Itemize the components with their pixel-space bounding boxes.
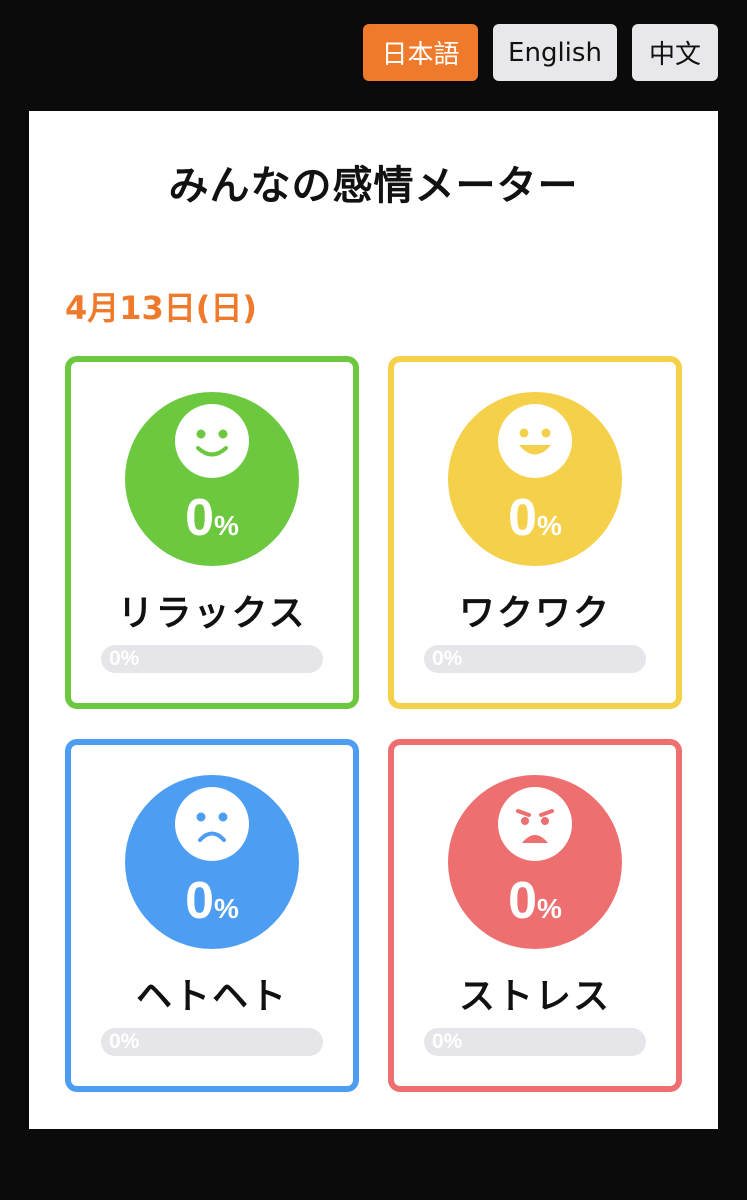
emotion-progress-text: 0% [432,647,463,670]
stressed-face-icon [498,787,572,861]
emotion-circle: 0% [448,392,622,566]
date-label: 4月13日(日) [65,289,258,327]
page-title: みんなの感情メーター [168,163,579,209]
grin-face-icon [498,404,572,478]
emotion-progress-bar: 0% [424,1028,646,1056]
emotion-card-stress[interactable]: 0% ストレス 0% [388,739,682,1092]
emotion-percent-unit: % [214,893,239,924]
emotion-percent: 0% [448,488,622,548]
language-button-japanese[interactable]: 日本語 [363,24,478,81]
language-button-english[interactable]: English [493,24,617,81]
sad-face-icon [175,787,249,861]
smile-face-icon [175,404,249,478]
emotion-card-tired[interactable]: 0% ヘトヘト 0% [65,739,359,1092]
emotion-label: リラックス [117,593,307,634]
emotion-percent-unit: % [214,510,239,541]
emotion-meter-panel: みんなの感情メーター 4月13日(日) 0% リラックス 0% 0% ワクワク … [29,111,718,1129]
emotion-card-excited[interactable]: 0% ワクワク 0% [388,356,682,709]
emotion-percent-value: 0 [508,872,537,930]
emotion-label: ヘトヘト [135,976,288,1017]
emotion-percent: 0% [125,871,299,931]
language-button-chinese[interactable]: 中文 [632,24,718,81]
emotion-progress-bar: 0% [101,1028,323,1056]
emotion-percent: 0% [125,488,299,548]
emotion-card-relax[interactable]: 0% リラックス 0% [65,356,359,709]
emotion-label: ストレス [458,976,611,1017]
emotion-percent-unit: % [537,510,562,541]
emotion-circle: 0% [125,392,299,566]
language-switcher: 日本語 English 中文 [363,24,718,81]
emotion-label: ワクワク [458,593,611,634]
emotion-percent-value: 0 [508,489,537,547]
emotion-progress-bar: 0% [101,645,323,673]
emotion-progress-bar: 0% [424,645,646,673]
emotion-progress-text: 0% [109,1030,140,1053]
emotion-percent-unit: % [537,893,562,924]
emotion-circle: 0% [125,775,299,949]
emotion-percent-value: 0 [185,872,214,930]
emotion-percent-value: 0 [185,489,214,547]
emotion-progress-text: 0% [432,1030,463,1053]
emotion-progress-text: 0% [109,647,140,670]
emotion-circle: 0% [448,775,622,949]
emotion-percent: 0% [448,871,622,931]
